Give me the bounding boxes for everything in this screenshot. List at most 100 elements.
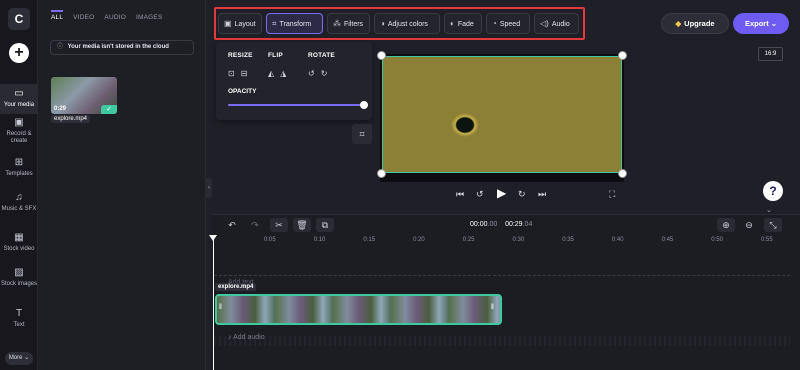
add-audio-hint[interactable]: ♪ Add audio (228, 334, 265, 341)
fit-timeline-icon[interactable]: ⤡ (764, 218, 782, 232)
rail-item-text[interactable]: T Text (0, 309, 38, 329)
fill-icon[interactable]: ⊟ (241, 69, 254, 78)
fit-icon[interactable]: ⊡ (228, 69, 241, 78)
play-icon[interactable]: ▶ (497, 186, 506, 200)
opacity-slider-knob[interactable] (360, 101, 368, 109)
flip-heading: FLIP (268, 52, 283, 59)
tab-video[interactable]: VIDEO (73, 14, 94, 24)
zoom-in-icon[interactable]: ⊕ (717, 218, 735, 232)
opacity-slider-fill (228, 104, 364, 106)
audio-label: Audio (551, 21, 570, 28)
split-icon[interactable]: ✂ (270, 218, 288, 232)
upgrade-button[interactable]: ◆ Upgrade (661, 13, 729, 34)
image-icon: ▨ (14, 267, 24, 278)
ruler-tick-label: 0:25 (462, 237, 475, 243)
video-clip[interactable]: ‖ ‖ (215, 294, 502, 325)
rail-item-label: Record & create (6, 131, 32, 144)
ruler-tick-label: 0:15 (363, 237, 376, 243)
ruler-tick-label: 0:50 (711, 237, 723, 243)
clip-trim-right-handle[interactable]: ‖ (491, 304, 496, 316)
rail-item-label: Stock video (3, 246, 35, 252)
adjust-colors-button[interactable]: ◑ Adjust colors (374, 13, 440, 34)
skip-back-icon[interactable]: ⏮ (456, 189, 464, 200)
rotate-heading: ROTATE (308, 52, 335, 59)
rail-item-record-create[interactable]: ▣ Record & create (0, 118, 38, 145)
duplicate-icon[interactable]: ⧉ (316, 218, 334, 232)
rewind-5-icon[interactable]: ↺ (476, 189, 484, 200)
resize-handle-top-left[interactable] (377, 51, 386, 60)
playhead[interactable] (209, 235, 217, 370)
cloud-note-text: Your media isn't stored in the cloud (67, 44, 169, 50)
filters-button[interactable]: ⁂ Filters (327, 13, 370, 34)
crop-button[interactable]: ⌗ (352, 124, 372, 144)
app-logo: C (8, 8, 30, 30)
ruler-tick-label: 0:05 (264, 237, 276, 243)
speed-icon: ◔ (492, 19, 497, 28)
ruler-tick-label: 0:20 (413, 237, 425, 243)
cloud-storage-notice[interactable]: ⓘ Your media isn't stored in the cloud (50, 40, 194, 55)
current-time: 00:00 (470, 221, 488, 228)
rail-item-music-sfx[interactable]: ♫ Music & SFX (0, 193, 38, 213)
rail-item-label: Templates (5, 171, 33, 177)
flip-horizontal-icon[interactable]: ◭ (268, 69, 280, 78)
filters-icon: ⁂ (333, 19, 341, 28)
filters-label: Filters (344, 21, 364, 28)
rotate-right-icon[interactable]: ↻ (321, 69, 334, 78)
redo-icon[interactable]: ↷ (246, 218, 264, 232)
rail-item-stock-images[interactable]: ▨ Stock images (0, 268, 38, 288)
left-rail: C + ▭ Your media ▣ Record & create ⊞ Tem… (0, 0, 38, 370)
opacity-heading: OPACITY (228, 88, 257, 95)
delete-icon[interactable]: 🗑 (293, 218, 311, 232)
timeline-ruler[interactable]: 0:05 0:10 0:15 0:20 0:25 0:30 0:35 0:40 0:45 0:50… (214, 237, 800, 249)
fade-label: Fade (457, 21, 474, 28)
upgrade-label: Upgrade (684, 19, 715, 28)
info-icon: ⓘ (57, 44, 64, 50)
media-filename: explore.mp4 (51, 115, 91, 123)
resize-handle-bottom-right[interactable] (618, 169, 627, 178)
tab-images[interactable]: IMAGES (136, 14, 162, 24)
speed-button[interactable]: ◔ Speed (486, 13, 530, 34)
layout-icon: ▣ (224, 19, 232, 28)
opacity-slider[interactable] (228, 101, 368, 109)
rail-item-your-media[interactable]: ▭ Your media (0, 84, 38, 114)
adjust-colors-icon: ◑ (380, 19, 385, 28)
resize-handle-top-right[interactable] (618, 51, 627, 60)
help-button[interactable]: ? (763, 181, 783, 201)
fullscreen-icon[interactable]: ⛶ (609, 189, 615, 200)
audio-button[interactable]: ◁) Audio (534, 13, 579, 34)
audio-track (214, 336, 790, 346)
tab-audio[interactable]: AUDIO (104, 14, 126, 24)
layout-label: Layout (234, 21, 256, 28)
fade-button[interactable]: ◐ Fade (444, 13, 482, 34)
resize-heading: RESIZE (228, 52, 253, 59)
media-thumbnail[interactable]: 0:29 ✓ (51, 77, 117, 114)
rotate-left-icon[interactable]: ↺ (308, 69, 321, 78)
film-icon: ▦ (14, 232, 24, 243)
tab-all[interactable]: ALL (51, 10, 64, 24)
more-button[interactable]: More ⌄ (5, 352, 33, 365)
rail-item-templates[interactable]: ⊞ Templates (0, 158, 38, 178)
add-media-button[interactable]: + (9, 43, 29, 63)
undo-icon[interactable]: ↶ (223, 218, 241, 232)
chevron-down-icon[interactable]: ⌄ (766, 206, 772, 214)
aspect-ratio-button[interactable]: 16:9 (758, 47, 783, 61)
collapse-panel-handle[interactable]: ‹ (206, 178, 212, 198)
fade-icon: ◐ (450, 19, 455, 28)
export-button[interactable]: Export ⌄ (733, 13, 789, 34)
skip-forward-icon[interactable]: ⏭ (538, 189, 546, 200)
transform-label: Transform (279, 21, 312, 28)
ruler-tick-label: 0:55 (761, 237, 773, 243)
layout-button[interactable]: ▣ Layout (218, 13, 262, 34)
forward-5-icon[interactable]: ↻ (518, 189, 526, 200)
transform-panel: RESIZE FLIP ROTATE ⊡⊟ ◭◮ ↺↻ OPACITY (216, 42, 372, 120)
ruler-tick-label: 0:40 (611, 237, 624, 243)
zoom-out-icon[interactable]: ⊖ (740, 218, 758, 232)
resize-handle-bottom-left[interactable] (377, 169, 386, 178)
video-preview[interactable] (382, 56, 622, 173)
ruler-tick-label: 0:45 (661, 237, 674, 243)
rail-item-stock-video[interactable]: ▦ Stock video (0, 233, 38, 253)
flip-vertical-icon[interactable]: ◮ (280, 69, 292, 78)
music-icon: ♫ (15, 192, 23, 203)
transform-button[interactable]: ⌗ Transform (266, 13, 323, 34)
clip-trim-left-handle[interactable]: ‖ (219, 304, 224, 316)
